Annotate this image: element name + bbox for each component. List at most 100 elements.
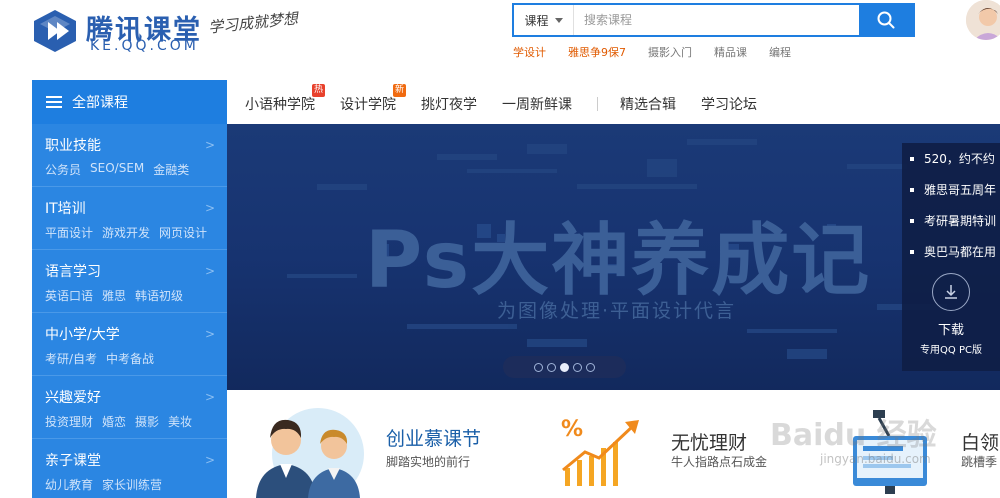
hot-badge: 热 bbox=[312, 84, 325, 97]
category-title: IT培训 bbox=[45, 201, 86, 217]
category-subs: 幼儿教育 家长训练营 bbox=[45, 476, 227, 493]
category-subs: 公务员 SEO/SEM 金融类 bbox=[45, 161, 227, 178]
subcategory-link[interactable]: 中考备战 bbox=[106, 350, 154, 367]
subcategory-link[interactable]: 网页设计 bbox=[159, 224, 207, 241]
nav-label: 小语种学院 bbox=[245, 97, 315, 113]
all-courses-label: 全部课程 bbox=[72, 95, 128, 111]
subcategory-link[interactable]: SEO/SEM bbox=[90, 161, 144, 178]
category-subs: 英语口语 雅思 韩语初级 bbox=[45, 287, 227, 304]
hotword-link[interactable]: 摄影入门 bbox=[648, 44, 692, 60]
carousel-dot-active[interactable] bbox=[560, 362, 569, 372]
banner-subtitle: 为图像处理·平面设计代言 bbox=[497, 300, 737, 322]
search-type-select[interactable]: 课程 bbox=[514, 5, 574, 35]
people-icon bbox=[256, 408, 364, 498]
subcategory-link[interactable]: 婚恋 bbox=[102, 413, 126, 430]
news-item[interactable]: 奥巴马都在用 bbox=[902, 236, 1000, 267]
user-avatar-icon bbox=[966, 0, 1000, 40]
bullet bbox=[910, 156, 914, 161]
category-subs: 投资理财 婚恋 摄影 美妆 bbox=[45, 413, 227, 430]
bullet bbox=[910, 218, 914, 223]
carousel-dot[interactable] bbox=[534, 362, 543, 372]
download-icon bbox=[932, 273, 970, 311]
download-button[interactable]: 下载 专用QQ PC版 bbox=[902, 273, 1000, 356]
subcategory-link[interactable]: 韩语初级 bbox=[135, 287, 183, 304]
download-sublabel: 专用QQ PC版 bbox=[920, 345, 982, 356]
category-subs: 考研/自考 中考备战 bbox=[45, 350, 227, 367]
hotword-link[interactable]: 雅思争9保7 bbox=[568, 44, 626, 60]
logo-domain: KE.QQ.COM bbox=[90, 38, 199, 54]
chevron-right-icon: > bbox=[204, 138, 215, 152]
news-item[interactable]: 考研暑期特训 bbox=[902, 205, 1000, 236]
promo-title: 创业慕课节 bbox=[386, 428, 482, 450]
carousel-dot[interactable] bbox=[547, 362, 556, 372]
subcategory-link[interactable]: 雅思 bbox=[102, 287, 126, 304]
category-item[interactable]: 中小学/大学 考研/自考 中考备战 > bbox=[32, 313, 227, 376]
carousel-dot[interactable] bbox=[586, 362, 595, 372]
search-input[interactable] bbox=[574, 5, 859, 35]
logo-icon bbox=[34, 10, 76, 52]
subcategory-link[interactable]: 投资理财 bbox=[45, 413, 93, 430]
chevron-right-icon: > bbox=[204, 264, 215, 278]
nav-item-design-academy[interactable]: 设计学院 新 bbox=[340, 84, 406, 114]
subcategory-link[interactable]: 家长训练营 bbox=[102, 476, 162, 493]
growth-chart-icon: % bbox=[561, 417, 639, 486]
subcategory-link[interactable]: 游戏开发 bbox=[102, 224, 150, 241]
news-item[interactable]: 520，约不约 bbox=[902, 143, 1000, 174]
category-item[interactable]: 亲子课堂 幼儿教育 家长训练营 > bbox=[32, 439, 227, 498]
menu-icon bbox=[46, 96, 62, 108]
category-title: 语言学习 bbox=[45, 264, 101, 280]
chevron-right-icon: > bbox=[204, 390, 215, 404]
subcategory-link[interactable]: 幼儿教育 bbox=[45, 476, 93, 493]
search-bar: 课程 bbox=[512, 3, 915, 37]
svg-text:%: % bbox=[561, 417, 583, 442]
nav-item-collections[interactable]: 精选合辑 bbox=[620, 94, 676, 114]
subcategory-link[interactable]: 英语口语 bbox=[45, 287, 93, 304]
page: 腾讯课堂 KE.QQ.COM 学习成就梦想 课程 学设计 雅思争9保7 摄影入门… bbox=[0, 0, 1000, 498]
category-item[interactable]: 语言学习 英语口语 雅思 韩语初级 > bbox=[32, 250, 227, 313]
news-item[interactable]: 雅思哥五周年 bbox=[902, 174, 1000, 205]
nav-item-forum[interactable]: 学习论坛 bbox=[701, 94, 757, 114]
hotword-link[interactable]: 精品课 bbox=[714, 44, 747, 60]
nav-item-language-academy[interactable]: 小语种学院 热 bbox=[245, 84, 325, 114]
subcategory-link[interactable]: 平面设计 bbox=[45, 224, 93, 241]
subcategory-link[interactable]: 公务员 bbox=[45, 161, 81, 178]
promo-finance[interactable]: % 无忧理财 牛人指路点石成金 bbox=[555, 398, 775, 498]
category-item[interactable]: IT培训 平面设计 游戏开发 网页设计 > bbox=[32, 187, 227, 250]
nav-item-night-study[interactable]: 挑灯夜学 bbox=[421, 94, 477, 114]
category-item[interactable]: 职业技能 公务员 SEO/SEM 金融类 > bbox=[32, 124, 227, 187]
watermark-logo: Baidu 经验 bbox=[770, 418, 937, 453]
promo-subtitle: 牛人指路点石成金 bbox=[671, 455, 768, 469]
search-button[interactable] bbox=[859, 5, 913, 35]
promo-subtitle: 脚踏实地的前行 bbox=[386, 455, 471, 469]
category-subs: 平面设计 游戏开发 网页设计 bbox=[45, 224, 227, 241]
new-badge: 新 bbox=[393, 84, 406, 97]
nav-label: 挑灯夜学 bbox=[421, 97, 477, 113]
nav-label: 一周新鲜课 bbox=[502, 97, 572, 113]
category-title: 中小学/大学 bbox=[45, 327, 120, 343]
chevron-right-icon: > bbox=[204, 327, 215, 341]
category-item[interactable]: 兴趣爱好 投资理财 婚恋 摄影 美妆 > bbox=[32, 376, 227, 439]
hotword-link[interactable]: 编程 bbox=[769, 44, 791, 60]
hot-search-words: 学设计 雅思争9保7 摄影入门 精品课 编程 bbox=[513, 44, 791, 60]
news-text: 考研暑期特训 bbox=[924, 214, 997, 228]
nav-item-weekly-new[interactable]: 一周新鲜课 bbox=[502, 94, 572, 114]
promo-entrepreneur[interactable]: 创业慕课节 脚踏实地的前行 bbox=[250, 398, 510, 498]
news-panel: 520，约不约 雅思哥五周年 考研暑期特训 奥巴马都在用 下载 专用QQ PC版 bbox=[902, 143, 1000, 371]
bullet bbox=[910, 187, 914, 192]
main-nav: 小语种学院 热 设计学院 新 挑灯夜学 一周新鲜课 精选合辑 学习论坛 bbox=[245, 84, 782, 114]
hotword-link[interactable]: 学设计 bbox=[513, 44, 546, 60]
subcategory-link[interactable]: 摄影 bbox=[135, 413, 159, 430]
subcategory-link[interactable]: 金融类 bbox=[153, 161, 189, 178]
search-icon bbox=[877, 11, 895, 29]
chevron-right-icon: > bbox=[204, 453, 215, 467]
carousel-dot[interactable] bbox=[573, 362, 582, 372]
all-courses-button[interactable]: 全部课程 bbox=[32, 80, 227, 124]
subcategory-link[interactable]: 美妆 bbox=[168, 413, 192, 430]
nav-label: 设计学院 bbox=[340, 97, 396, 113]
avatar[interactable] bbox=[966, 0, 1000, 40]
subcategory-link[interactable]: 考研/自考 bbox=[45, 350, 97, 367]
banner-title: Ps大神养成记 bbox=[365, 216, 872, 306]
news-text: 奥巴马都在用 bbox=[924, 245, 997, 259]
hero-banner[interactable]: Ps大神养成记 为图像处理·平面设计代言 bbox=[227, 124, 1000, 390]
category-title: 兴趣爱好 bbox=[45, 390, 101, 406]
